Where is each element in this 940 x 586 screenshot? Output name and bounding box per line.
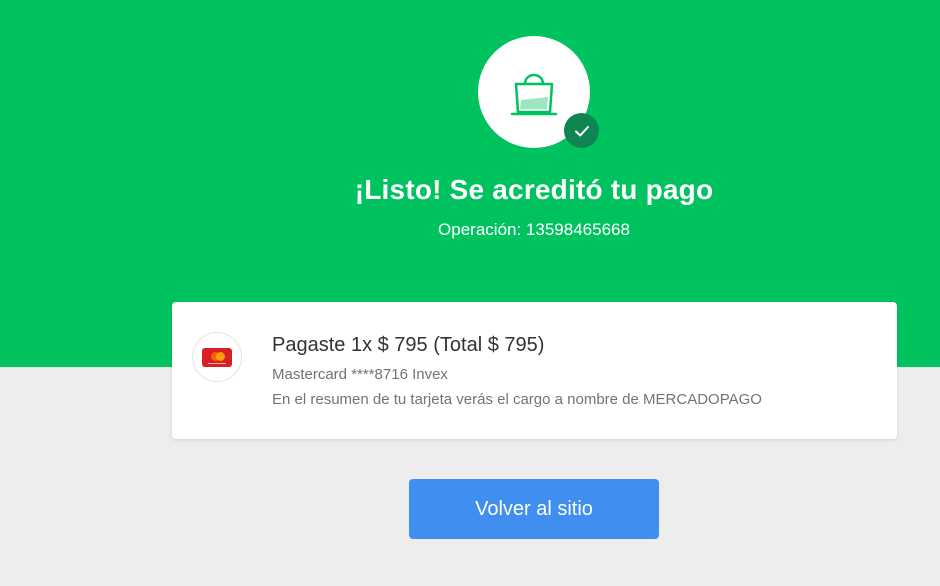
back-to-site-button[interactable]: Volver al sitio: [409, 479, 659, 539]
card-info: Mastercard ****8716 Invex: [272, 366, 448, 383]
payment-success-page: ¡Listo! Se acreditó tu pago Operación: 1…: [0, 0, 940, 586]
shopping-bag-icon: [510, 73, 558, 116]
success-check-badge: [564, 113, 599, 148]
success-title: ¡Listo! Se acreditó tu pago: [354, 174, 714, 205]
payment-summary-card: Pagaste 1x $ 795 (Total $ 795) Mastercar…: [172, 302, 897, 439]
payment-summary: Pagaste 1x $ 795 (Total $ 795): [272, 334, 545, 356]
card-logo-circle: [192, 332, 242, 382]
statement-note: En el resumen de tu tarjeta verás el car…: [272, 391, 762, 408]
operation-number: Operación: 13598465668: [438, 220, 630, 239]
mastercard-icon: [202, 348, 232, 367]
check-icon: [574, 125, 589, 136]
